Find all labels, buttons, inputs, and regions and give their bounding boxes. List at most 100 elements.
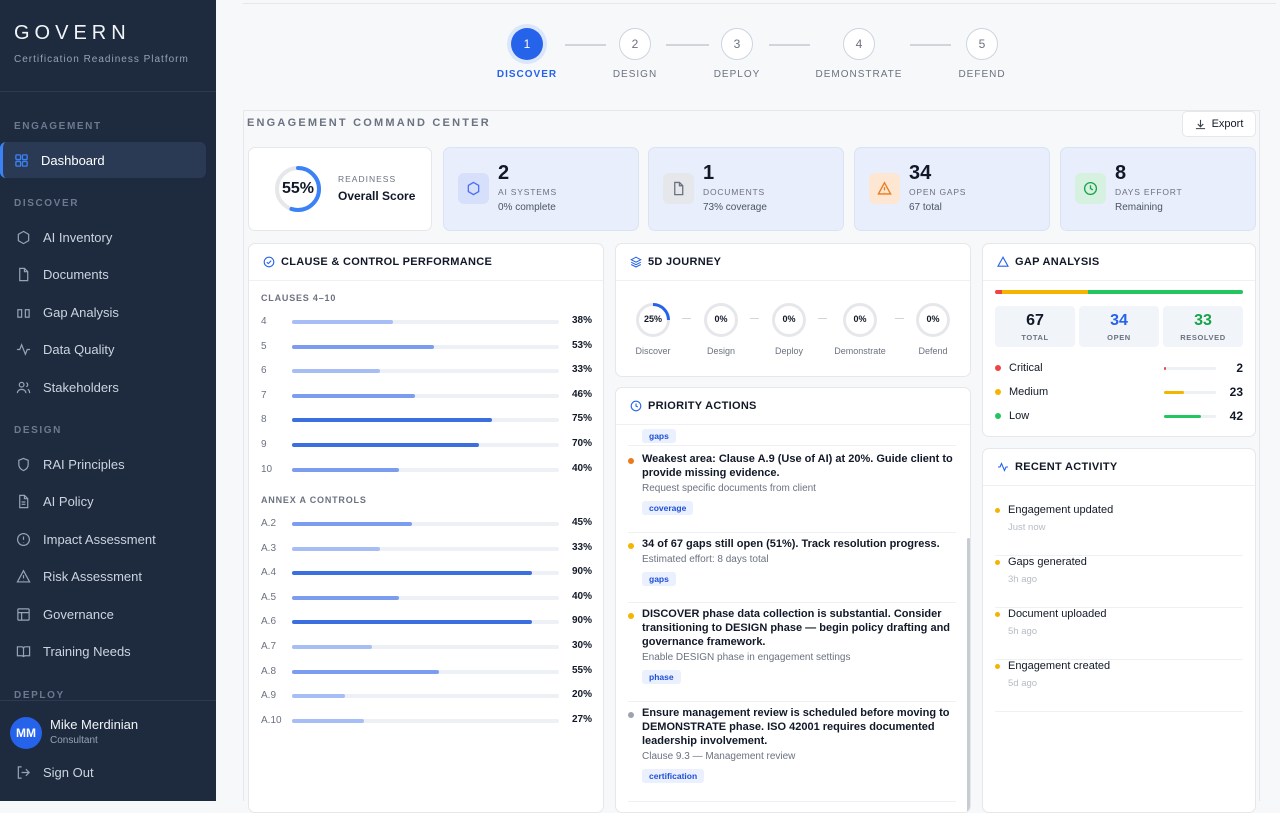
sidebar-divider: [0, 91, 216, 92]
clause-row: 6 33%: [261, 364, 592, 378]
document-icon: [674, 181, 684, 196]
journey-phase-discover[interactable]: 25% Discover: [618, 302, 688, 356]
progress-fill: [292, 669, 439, 674]
card-header: GAP ANALYSIS: [983, 244, 1255, 281]
clause-label: 6: [261, 365, 267, 377]
main-content: 1 DISCOVER 2 DESIGN 3 DEPLOY 4 DEMONSTRA…: [216, 0, 1280, 813]
phase-ring: 0%: [915, 302, 951, 338]
kpi-sub: 67 total: [909, 202, 942, 213]
clause-row: 5 53%: [261, 340, 592, 354]
list-item[interactable]: DISCOVER phase data collection is substa…: [628, 603, 956, 702]
progress-fill: [292, 418, 493, 423]
phase-percent: 25%: [643, 314, 662, 324]
sidebar-item-label: AI Inventory: [43, 229, 113, 245]
card-header: PRIORITY ACTIONS: [616, 388, 970, 425]
progress-fill: [292, 369, 381, 374]
activity-time: 5h ago: [1008, 626, 1038, 637]
progress-fill: [292, 443, 479, 447]
activity-item[interactable]: Gaps generated 3h ago: [995, 556, 1243, 608]
clause-row: A.9 20%: [261, 689, 592, 703]
kpi-value: 1: [703, 162, 715, 184]
stat-resolved: 33 RESOLVED: [1163, 306, 1243, 347]
avatar[interactable]: MM: [10, 717, 42, 749]
sign-out-button[interactable]: Sign Out: [16, 765, 94, 780]
list-item[interactable]: Ensure management review is scheduled be…: [628, 702, 956, 802]
step-defend[interactable]: 5 DEFEND: [922, 28, 1042, 80]
priority-actions-card: PRIORITY ACTIONS gaps Weakest area: Clau…: [615, 387, 971, 813]
journey-phase-design[interactable]: 0% Design: [686, 302, 756, 356]
sidebar-item-ai-policy[interactable]: AI Policy: [2, 483, 208, 519]
kpi-label: OPEN GAPS: [909, 187, 967, 197]
step-number: 2: [619, 28, 651, 60]
progress-track: [292, 645, 559, 649]
severity-row-critical: Critical 2: [995, 361, 1243, 375]
action-text: Ensure management review is scheduled be…: [642, 707, 950, 747]
activity-dot: [995, 560, 1000, 565]
progress-fill: [292, 645, 373, 649]
severity-track: [1164, 367, 1216, 370]
sidebar-item-stakeholders[interactable]: Stakeholders: [2, 369, 208, 405]
journey-phase-demonstrate[interactable]: 0% Demonstrate: [825, 302, 895, 356]
clause-label: A.6: [261, 616, 277, 628]
stat-number: 34: [1110, 312, 1128, 329]
sidebar-item-risk-assessment[interactable]: Risk Assessment: [2, 558, 208, 594]
activity-item[interactable]: Engagement updated Just now: [995, 504, 1243, 556]
sidebar-item-impact-assessment[interactable]: Impact Assessment: [2, 521, 208, 557]
severity-row-medium: Medium 23: [995, 385, 1243, 399]
sidebar-item-training-needs[interactable]: Training Needs: [2, 633, 208, 669]
step-number: 3: [721, 28, 753, 60]
step-deploy[interactable]: 3 DEPLOY: [677, 28, 797, 80]
users-icon: [16, 381, 31, 393]
clause-performance-card: CLAUSE & CONTROL PERFORMANCE CLAUSES 4–1…: [248, 243, 604, 813]
check-circle-icon: [263, 256, 275, 268]
activity-item[interactable]: Engagement created 5d ago: [995, 660, 1243, 712]
sidebar-item-label: Risk Assessment: [43, 568, 142, 584]
sidebar-item-data-quality[interactable]: Data Quality: [2, 331, 208, 367]
progress-track: [292, 369, 559, 374]
step-discover[interactable]: 1 DISCOVER: [467, 28, 587, 80]
sidebar-item-label: Documents: [43, 266, 109, 282]
step-demonstrate[interactable]: 4 DEMONSTRATE: [799, 28, 919, 80]
sidebar-item-ai-inventory[interactable]: AI Inventory: [2, 219, 208, 255]
sidebar-item-governance[interactable]: Governance: [2, 596, 208, 632]
stat-label: TOTAL: [1021, 333, 1049, 342]
list-item[interactable]: Weakest area: Clause A.9 (Use of AI) at …: [628, 448, 956, 533]
activity-dot: [995, 508, 1000, 513]
severity-dot: [995, 365, 1001, 371]
action-subtext: Request specific documents from client: [642, 483, 816, 494]
clause-label: 8: [261, 414, 267, 426]
stat-number: 67: [1026, 312, 1044, 329]
activity-item[interactable]: Document uploaded 5h ago: [995, 608, 1243, 660]
journey-phase-defend[interactable]: 0% Defend: [898, 302, 968, 356]
sidebar-item-dashboard[interactable]: Dashboard: [0, 142, 206, 178]
severity-label: Medium: [1009, 386, 1049, 398]
clause-row: 4 38%: [261, 315, 592, 329]
kpi-days-effort: 8 DAYS EFFORT Remaining: [1060, 147, 1256, 231]
severity-dot: [995, 413, 1001, 419]
severity-label: Low: [1009, 410, 1030, 422]
section-design: DESIGN: [14, 425, 62, 436]
status-dot: [628, 543, 634, 549]
progress-track: [292, 522, 559, 526]
progress-track: [292, 443, 559, 447]
sidebar-item-gap-analysis[interactable]: Gap Analysis: [2, 294, 208, 330]
list-item[interactable]: 34 of 67 gaps still open (51%). Track re…: [628, 533, 956, 603]
priority-list[interactable]: gaps Weakest area: Clause A.9 (Use of AI…: [616, 426, 970, 812]
export-button[interactable]: Export: [1182, 111, 1256, 137]
clause-label: A.9: [261, 690, 277, 702]
sign-out-label: Sign Out: [43, 765, 94, 780]
scrollbar-thumb[interactable]: [967, 538, 970, 812]
sidebar-item-rai-principles[interactable]: RAI Principles: [2, 446, 208, 482]
clause-label: A.4: [261, 567, 277, 579]
sidebar-item-label: Dashboard: [41, 152, 105, 168]
kpi-value: 2: [498, 162, 510, 184]
sidebar-item-documents[interactable]: Documents: [2, 256, 208, 292]
section-discover: DISCOVER: [14, 198, 80, 209]
activity-dot: [995, 664, 1000, 669]
command-center-title: ENGAGEMENT COMMAND CENTER: [247, 117, 491, 129]
phase-label: Deploy: [774, 346, 803, 356]
journey-phase-deploy[interactable]: 0% Deploy: [754, 302, 824, 356]
card-title: RECENT ACTIVITY: [1015, 461, 1118, 473]
bar-segment-critical: [995, 290, 1003, 294]
clause-row: A.7 30%: [261, 640, 592, 654]
